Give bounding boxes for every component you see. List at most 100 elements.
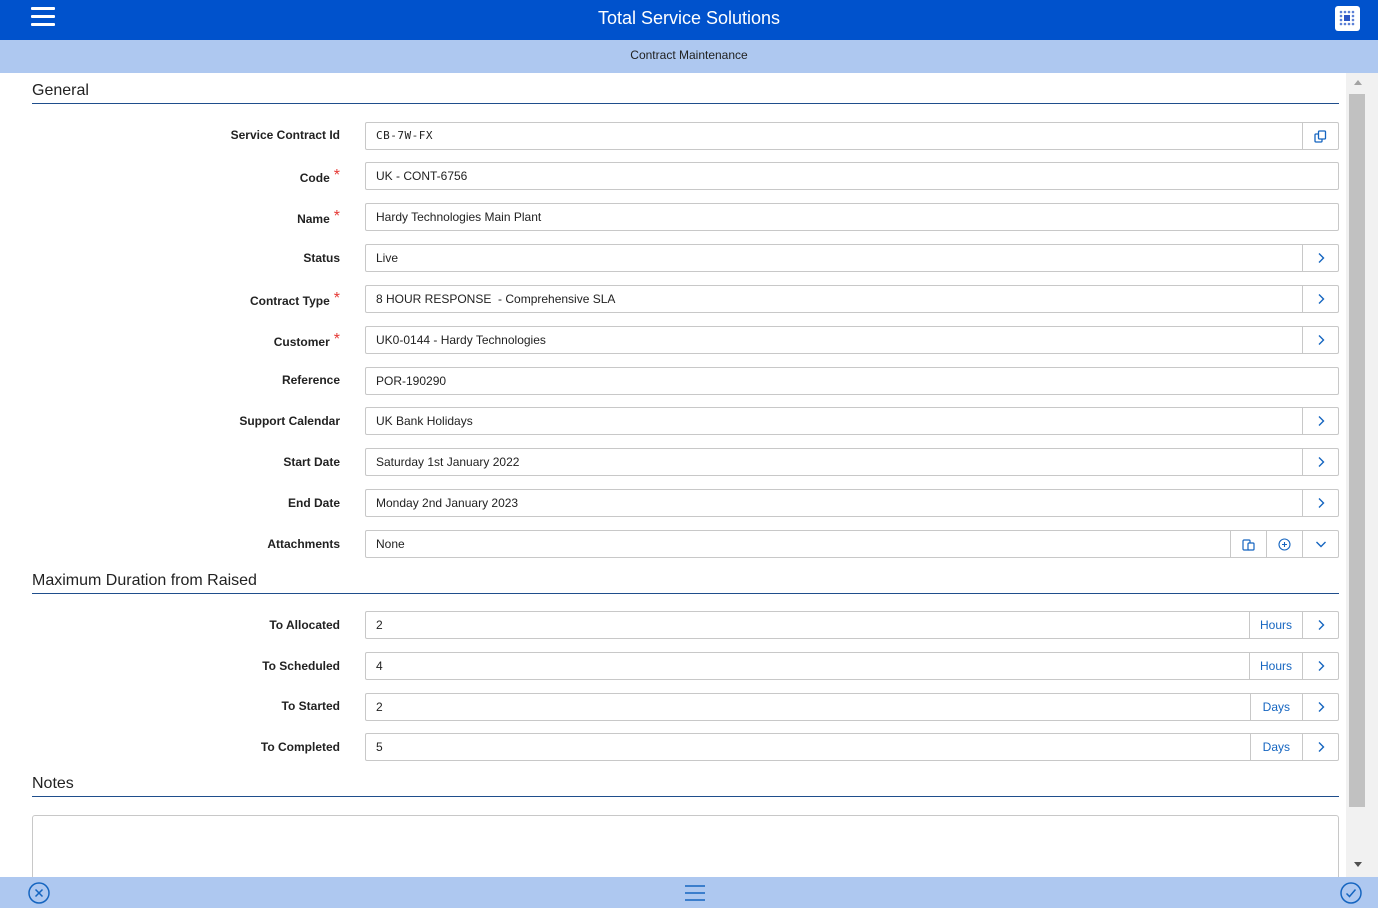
required-marker: * (333, 167, 340, 184)
name-value[interactable]: Hardy Technologies Main Plant (366, 204, 1338, 230)
to-scheduled-unit-button[interactable] (1302, 653, 1338, 679)
required-marker: * (333, 331, 340, 348)
to-allocated-field[interactable]: 2 Hours (365, 611, 1339, 639)
plus-circle-icon (1278, 537, 1291, 551)
service-contract-id-field: CB-7W-FX (365, 122, 1339, 150)
to-scheduled-value[interactable]: 4 (366, 653, 1249, 679)
to-scheduled-label: To Scheduled (262, 659, 340, 673)
copy-button[interactable] (1302, 123, 1338, 149)
sub-header: Contract Maintenance (0, 40, 1378, 73)
section-general-title: General (32, 73, 1339, 104)
confirm-button[interactable] (1339, 881, 1363, 905)
to-allocated-value[interactable]: 2 (366, 612, 1249, 638)
end-date-value: Monday 2nd January 2023 (376, 496, 519, 510)
clipboard-icon (1242, 538, 1255, 551)
scrollbar-thumb[interactable] (1349, 94, 1365, 807)
chevron-down-icon (1315, 541, 1326, 548)
to-started-label: To Started (281, 699, 340, 713)
scroll-down-arrow-icon[interactable] (1354, 862, 1362, 867)
reference-label: Reference (281, 373, 340, 387)
footer-menu-button[interactable] (683, 881, 707, 905)
support-calendar-field[interactable]: UK Bank Holidays (365, 407, 1339, 435)
to-started-unit[interactable]: Days (1249, 694, 1302, 720)
top-bar: Total Service Solutions (0, 0, 1378, 40)
name-label: Name * (297, 208, 340, 226)
start-date-value: Saturday 1st January 2022 (376, 455, 520, 469)
start-date-select-button[interactable] (1302, 449, 1338, 475)
chevron-right-icon (1318, 742, 1324, 752)
attachments-label: Attachments (267, 537, 340, 551)
section-max-duration-title: Maximum Duration from Raised (32, 563, 1339, 594)
support-calendar-label: Support Calendar (239, 414, 340, 428)
hamburger-icon (685, 885, 705, 901)
service-contract-id-label: Service Contract Id (230, 128, 340, 142)
bottom-bar (0, 877, 1378, 908)
to-allocated-unit-button[interactable] (1302, 612, 1338, 638)
to-completed-unit[interactable]: Days (1249, 734, 1302, 760)
status-field[interactable]: Live (365, 244, 1339, 272)
code-label: Code * (299, 167, 340, 185)
service-contract-id-value: CB-7W-FX (376, 129, 433, 142)
name-field[interactable]: Hardy Technologies Main Plant (365, 203, 1339, 231)
to-completed-field[interactable]: 5 Days (365, 733, 1339, 761)
contract-type-field[interactable]: 8 HOUR RESPONSE - Comprehensive SLA (365, 285, 1339, 313)
end-date-field[interactable]: Monday 2nd January 2023 (365, 489, 1339, 517)
end-date-label: End Date (287, 496, 340, 510)
status-value: Live (376, 251, 399, 265)
code-value[interactable]: UK - CONT-6756 (366, 163, 1338, 189)
status-label: Status (303, 251, 340, 265)
contract-type-label: Contract Type * (249, 290, 340, 308)
to-completed-value[interactable]: 5 (366, 734, 1250, 760)
chevron-right-icon (1318, 335, 1324, 345)
chevron-right-icon (1318, 620, 1324, 630)
chevron-right-icon (1318, 702, 1324, 712)
customer-label: Customer * (273, 331, 340, 349)
cancel-button[interactable] (27, 881, 51, 905)
customer-select-button[interactable] (1302, 327, 1338, 353)
to-completed-label: To Completed (260, 740, 340, 754)
contract-type-select-button[interactable] (1302, 286, 1338, 312)
end-date-select-button[interactable] (1302, 490, 1338, 516)
notes-textarea[interactable] (32, 815, 1339, 877)
chevron-right-icon (1318, 416, 1324, 426)
chevron-right-icon (1318, 661, 1324, 671)
support-calendar-select-button[interactable] (1302, 408, 1338, 434)
attachments-field: None (365, 530, 1339, 558)
code-field[interactable]: UK - CONT-6756 (365, 162, 1339, 190)
page-title: Contract Maintenance (630, 48, 748, 62)
app-title: Total Service Solutions (597, 8, 781, 28)
check-circle-icon (1340, 882, 1362, 904)
support-calendar-value: UK Bank Holidays (376, 414, 473, 428)
attachments-value: None (376, 537, 405, 551)
attachment-paste-button[interactable] (1230, 531, 1266, 557)
chevron-right-icon (1318, 294, 1324, 304)
scroll-up-arrow-icon[interactable] (1354, 80, 1362, 85)
to-scheduled-field[interactable]: 4 Hours (365, 652, 1339, 680)
to-started-field[interactable]: 2 Days (365, 693, 1339, 721)
start-date-field[interactable]: Saturday 1st January 2022 (365, 448, 1339, 476)
attachment-add-button[interactable] (1266, 531, 1302, 557)
chevron-right-icon (1318, 253, 1324, 263)
customer-value: UK0-0144 - Hardy Technologies (376, 333, 546, 347)
chevron-right-icon (1318, 457, 1324, 467)
to-scheduled-unit[interactable]: Hours (1248, 653, 1302, 679)
customer-field[interactable]: UK0-0144 - Hardy Technologies (365, 326, 1339, 354)
reference-value[interactable]: POR-190290 (366, 368, 1338, 394)
close-circle-icon (28, 882, 50, 904)
start-date-label: Start Date (283, 455, 340, 469)
to-completed-unit-button[interactable] (1302, 734, 1338, 760)
required-marker: * (333, 208, 340, 225)
chevron-right-icon (1318, 498, 1324, 508)
to-started-value[interactable]: 2 (366, 694, 1250, 720)
section-notes-title: Notes (32, 766, 1339, 797)
to-allocated-unit[interactable]: Hours (1248, 612, 1302, 638)
form-content: General Service Contract Id CB-7W-FX Cod… (0, 73, 1346, 877)
status-select-button[interactable] (1302, 245, 1338, 271)
copy-icon (1314, 129, 1327, 143)
contract-type-value: 8 HOUR RESPONSE - Comprehensive SLA (376, 292, 616, 306)
app-logo-icon[interactable] (1335, 6, 1360, 31)
reference-field[interactable]: POR-190290 (365, 367, 1339, 395)
to-started-unit-button[interactable] (1302, 694, 1338, 720)
to-allocated-label: To Allocated (269, 618, 340, 632)
attachment-expand-button[interactable] (1302, 531, 1338, 557)
